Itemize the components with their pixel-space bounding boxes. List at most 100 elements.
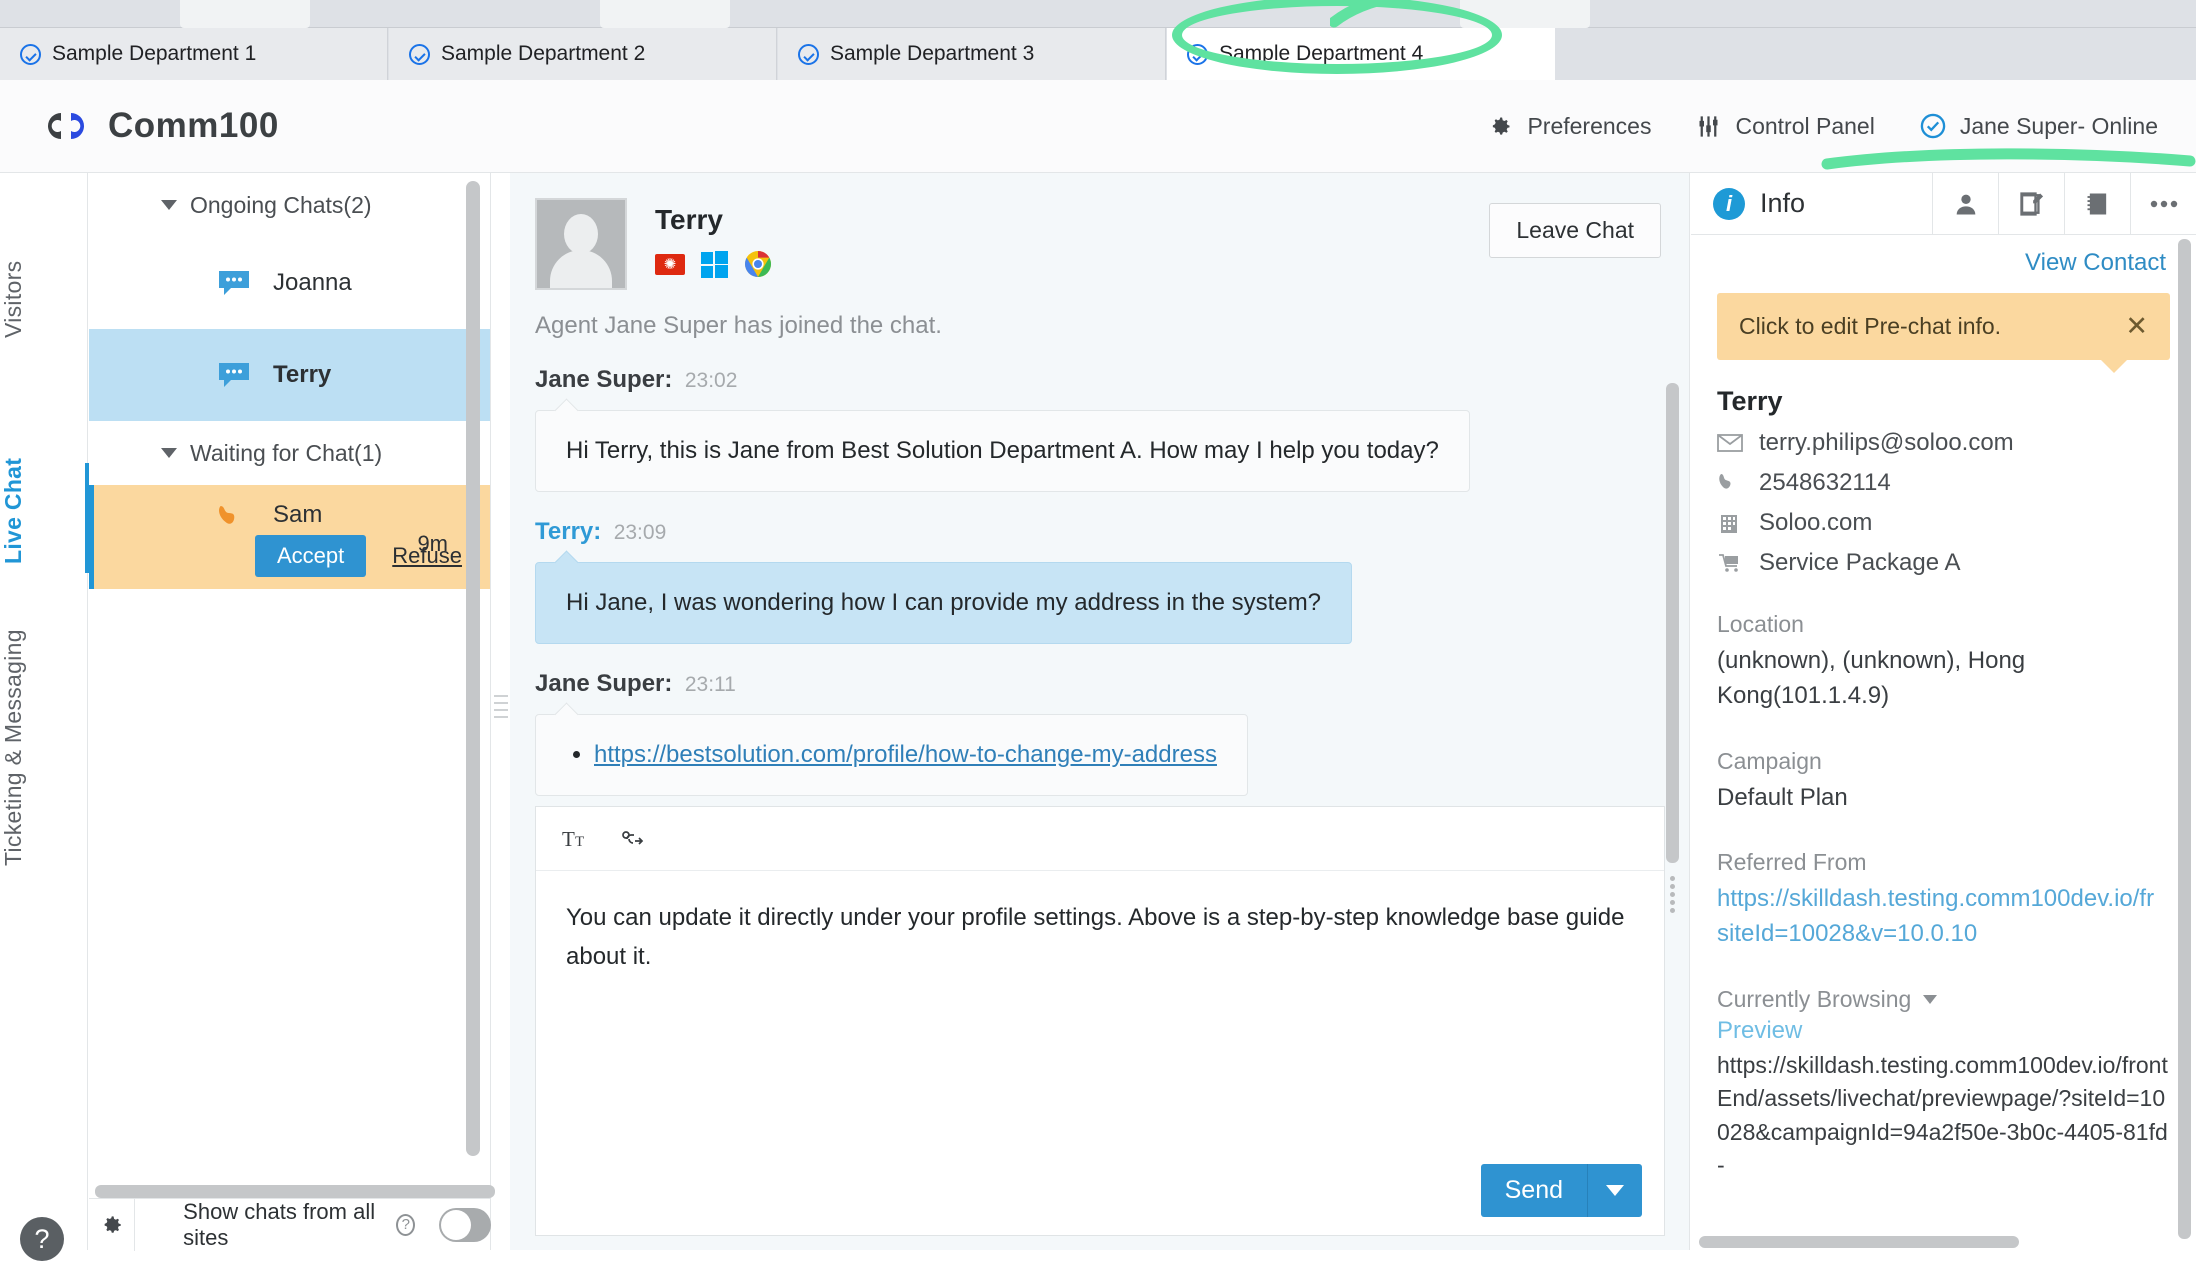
help-icon[interactable]: ? [20, 1217, 64, 1261]
info-section-location: Location (unknown), (unknown), Hong Kong… [1717, 611, 2170, 714]
info-panel-header: i Info [1691, 172, 2196, 235]
chat-list-item-name: Joanna [273, 269, 352, 296]
check-circle-icon [798, 43, 819, 65]
message-meta: Jane Super: 23:02 [535, 366, 1689, 394]
contact-package: Service Package A [1759, 549, 1961, 576]
chevron-down-icon [1606, 1185, 1624, 1196]
contact-email-row: terry.philips@soloo.com [1717, 429, 2170, 457]
header-item-control-panel[interactable]: Control Panel [1695, 112, 1875, 140]
rail-item-ticketing-messaging[interactable]: Ticketing & Messaging [0, 613, 88, 883]
message-link[interactable]: https://bestsolution.com/profile/how-to-… [594, 741, 1217, 768]
message-time: 23:02 [684, 369, 738, 392]
browser-tab-4[interactable]: Sample Department 4 [1167, 28, 1555, 80]
link-share-icon[interactable] [620, 826, 648, 852]
logo-text: Comm100 [108, 106, 279, 145]
chat-list-panel: Ongoing Chats(2) Joanna Terry Waiting fo… [89, 173, 495, 1251]
info-section-label: Campaign [1717, 747, 1822, 774]
cart-icon [1719, 554, 1738, 572]
rail-item-visitors[interactable]: Visitors [0, 229, 88, 369]
info-panel-horizontal-scrollbar[interactable] [1699, 1236, 2019, 1248]
info-section-label: Location [1717, 611, 1804, 637]
building-icon [1721, 515, 1737, 533]
conversation-resize-handle[interactable] [1666, 873, 1679, 913]
browser-tab-3[interactable]: Sample Department 3 [778, 28, 1166, 80]
phone-icon [1719, 474, 1731, 489]
chrome-ghost-1 [180, 0, 310, 28]
conversation-scrollbar[interactable] [1666, 383, 1679, 863]
info-panel-scrollbar[interactable] [2178, 239, 2191, 1239]
contact-phone: 2548632114 [1759, 469, 1891, 496]
referred-from-link[interactable]: https://skilldash.testing.comm100dev.io/… [1717, 882, 2170, 952]
show-all-sites-toggle[interactable] [439, 1207, 491, 1242]
accept-chat-button[interactable]: Accept [255, 535, 367, 577]
info-panel-actions [1932, 172, 2196, 235]
header-item-agent-status[interactable]: Jane Super- Online [1919, 112, 2158, 140]
chat-list-item-name: Sam [273, 501, 323, 528]
page-title: Info [1760, 188, 1806, 218]
notebook-icon[interactable] [2064, 172, 2130, 235]
contact-company-row: Soloo.com [1717, 509, 2170, 537]
text-format-icon[interactable]: T T [562, 826, 592, 852]
tab-label: Sample Department 4 [1219, 42, 1424, 65]
message-author: Terry: [535, 518, 602, 545]
group-header-ongoing[interactable]: Ongoing Chats(2) [89, 173, 490, 237]
app-header: Comm100 Preferences Control Panel Jane S… [0, 80, 2196, 173]
check-circle-icon [20, 43, 41, 65]
tab-label: Sample Department 1 [52, 42, 257, 65]
check-circle-icon [409, 43, 430, 65]
prechat-banner[interactable]: Click to edit Pre-chat info. ✕ [1717, 293, 2170, 373]
panel-resize-handle[interactable] [494, 690, 508, 740]
more-dots-icon[interactable] [2130, 172, 2196, 235]
hong-kong-flag-icon [655, 253, 685, 275]
header-item-label: Preferences [1527, 112, 1652, 139]
currently-browsing-header[interactable]: Currently Browsing [1717, 986, 2170, 1013]
message-bubble: Hi Jane, I was wondering how I can provi… [535, 562, 1353, 644]
contact-company: Soloo.com [1759, 509, 1873, 536]
gear-icon[interactable] [89, 1198, 136, 1251]
send-button[interactable]: Send [1480, 1164, 1587, 1217]
message-meta: Jane Super: 23:11 [535, 670, 1689, 698]
info-panel-body: View Contact Click to edit Pre-chat info… [1691, 235, 2196, 1182]
preview-link[interactable]: Preview [1717, 1017, 2170, 1045]
left-rail: Visitors Live Chat Ticketing & Messaging… [0, 173, 90, 1261]
group-title: Waiting for Chat(1) [190, 439, 383, 466]
message-agent-2: Jane Super: 23:11 https://bestsolution.c… [535, 670, 1689, 796]
view-contact-link[interactable]: View Contact [1717, 235, 2170, 277]
svg-text:T: T [575, 834, 584, 850]
edit-square-icon[interactable] [1998, 172, 2064, 235]
chat-list-horizontal-scrollbar[interactable] [95, 1185, 495, 1198]
chat-list-vertical-scrollbar[interactable] [466, 181, 480, 1156]
contact-package-row: Service Package A [1717, 549, 2170, 577]
question-circle-icon[interactable]: ? [396, 1213, 416, 1236]
info-section-value: (unknown), (unknown), Hong Kong(101.1.4.… [1717, 647, 2026, 709]
tab-label: Sample Department 2 [441, 42, 646, 65]
composer-toolbar: T T [536, 807, 1664, 871]
message-time: 23:09 [613, 521, 667, 544]
chat-list-footer: Show chats from all sites ? [89, 1198, 491, 1251]
info-section-label: Referred From [1717, 849, 1867, 876]
chat-list-item-joanna[interactable]: Joanna [89, 237, 490, 329]
rail-item-live-chat[interactable]: Live Chat [0, 443, 88, 578]
rail-item-label: Ticketing & Messaging [0, 629, 26, 867]
comm100-logo[interactable]: Comm100 [38, 105, 279, 147]
browser-tab-1[interactable]: Sample Department 1 [0, 28, 388, 80]
close-icon[interactable]: ✕ [2125, 311, 2148, 342]
chat-bubble-icon [219, 271, 249, 295]
browser-tab-2[interactable]: Sample Department 2 [389, 28, 777, 80]
header-item-preferences[interactable]: Preferences [1487, 113, 1651, 140]
info-section-referred-from: Referred From https://skilldash.testing.… [1717, 849, 2170, 952]
send-options-button[interactable] [1587, 1164, 1642, 1217]
header-item-label: Control Panel [1735, 112, 1875, 139]
browsing-url: https://skilldash.testing.comm100dev.io/… [1717, 1051, 2168, 1179]
group-header-waiting[interactable]: Waiting for Chat(1) [89, 421, 490, 485]
agent-status-label: Jane Super- Online [1959, 112, 2158, 139]
composer-draft-text[interactable]: You can update it directly under your pr… [536, 871, 1664, 1005]
message-bubble: Hi Terry, this is Jane from Best Solutio… [535, 410, 1470, 492]
chat-list-item-terry[interactable]: Terry [89, 329, 490, 421]
wait-time-label: 9m [417, 531, 448, 556]
chat-list-item-sam[interactable]: Sam Accept Refuse 9m [89, 485, 490, 589]
info-panel: i Info View Contact Click to edit Pre-ch… [1691, 172, 2196, 1250]
message-composer: T T You can update it directly under you… [535, 806, 1665, 1236]
person-icon[interactable] [1932, 172, 1998, 235]
leave-chat-button[interactable]: Leave Chat [1489, 203, 1661, 258]
